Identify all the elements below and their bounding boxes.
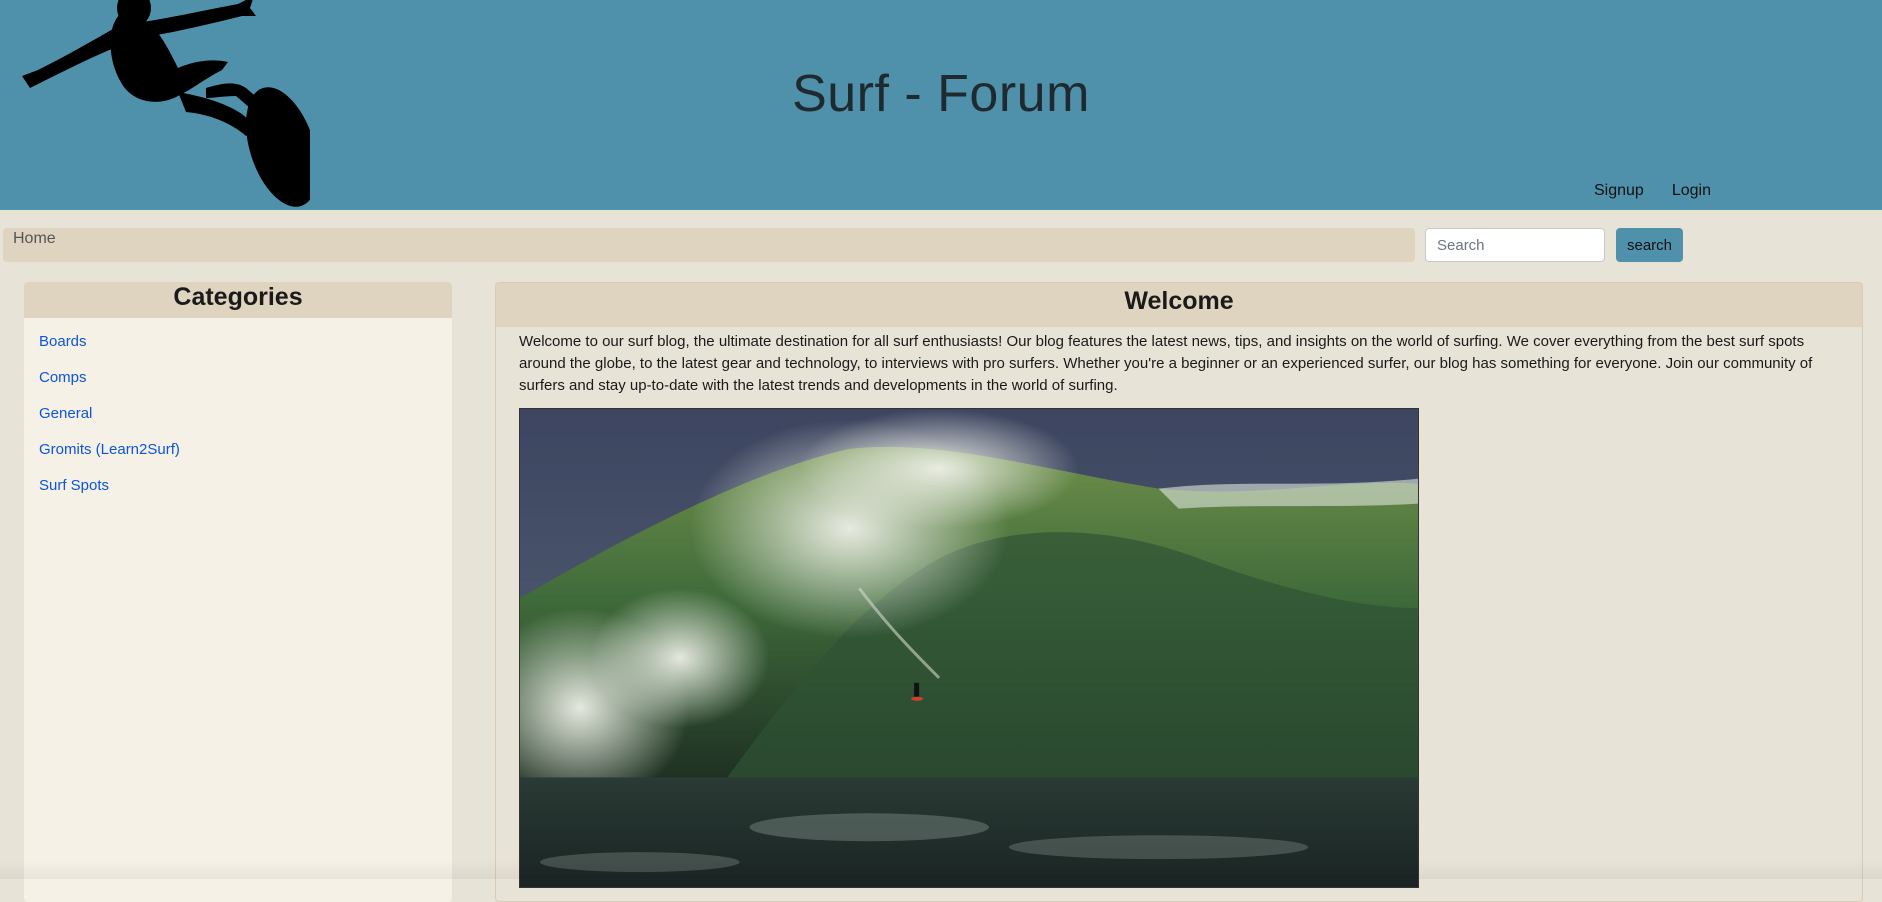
category-list: Boards Comps General Gromits (Learn2Surf…: [24, 318, 452, 504]
breadcrumb: Home: [3, 228, 1415, 262]
search-button[interactable]: search: [1616, 228, 1683, 262]
list-item: General: [39, 396, 452, 432]
list-item: Comps: [39, 360, 452, 396]
welcome-panel: Welcome Welcome to our surf blog, the ul…: [495, 282, 1863, 902]
category-link-surf-spots[interactable]: Surf Spots: [39, 477, 109, 494]
header-nav: Signup Login: [1594, 182, 1711, 200]
welcome-text: Welcome to our surf blog, the ultimate d…: [519, 333, 1813, 394]
welcome-title: Welcome: [496, 283, 1862, 327]
list-item: Boards: [39, 324, 452, 360]
categories-title: Categories: [24, 282, 452, 318]
category-link-comps[interactable]: Comps: [39, 369, 87, 386]
bottom-shadow: [0, 860, 1882, 879]
big-wave-surfer-photo: [519, 408, 1419, 888]
login-link[interactable]: Login: [1672, 182, 1711, 200]
categories-panel: Categories Boards Comps General Gromits …: [24, 282, 452, 902]
search-input[interactable]: [1425, 228, 1605, 262]
site-header: Surf - Forum Signup Login: [0, 0, 1882, 210]
category-link-boards[interactable]: Boards: [39, 333, 87, 350]
list-item: Surf Spots: [39, 468, 452, 504]
list-item: Gromits (Learn2Surf): [39, 432, 452, 468]
category-link-general[interactable]: General: [39, 405, 92, 422]
site-title: Surf - Forum: [792, 65, 1090, 123]
category-link-gromits[interactable]: Gromits (Learn2Surf): [39, 441, 180, 458]
signup-link[interactable]: Signup: [1594, 182, 1644, 200]
breadcrumb-home[interactable]: Home: [13, 230, 56, 248]
